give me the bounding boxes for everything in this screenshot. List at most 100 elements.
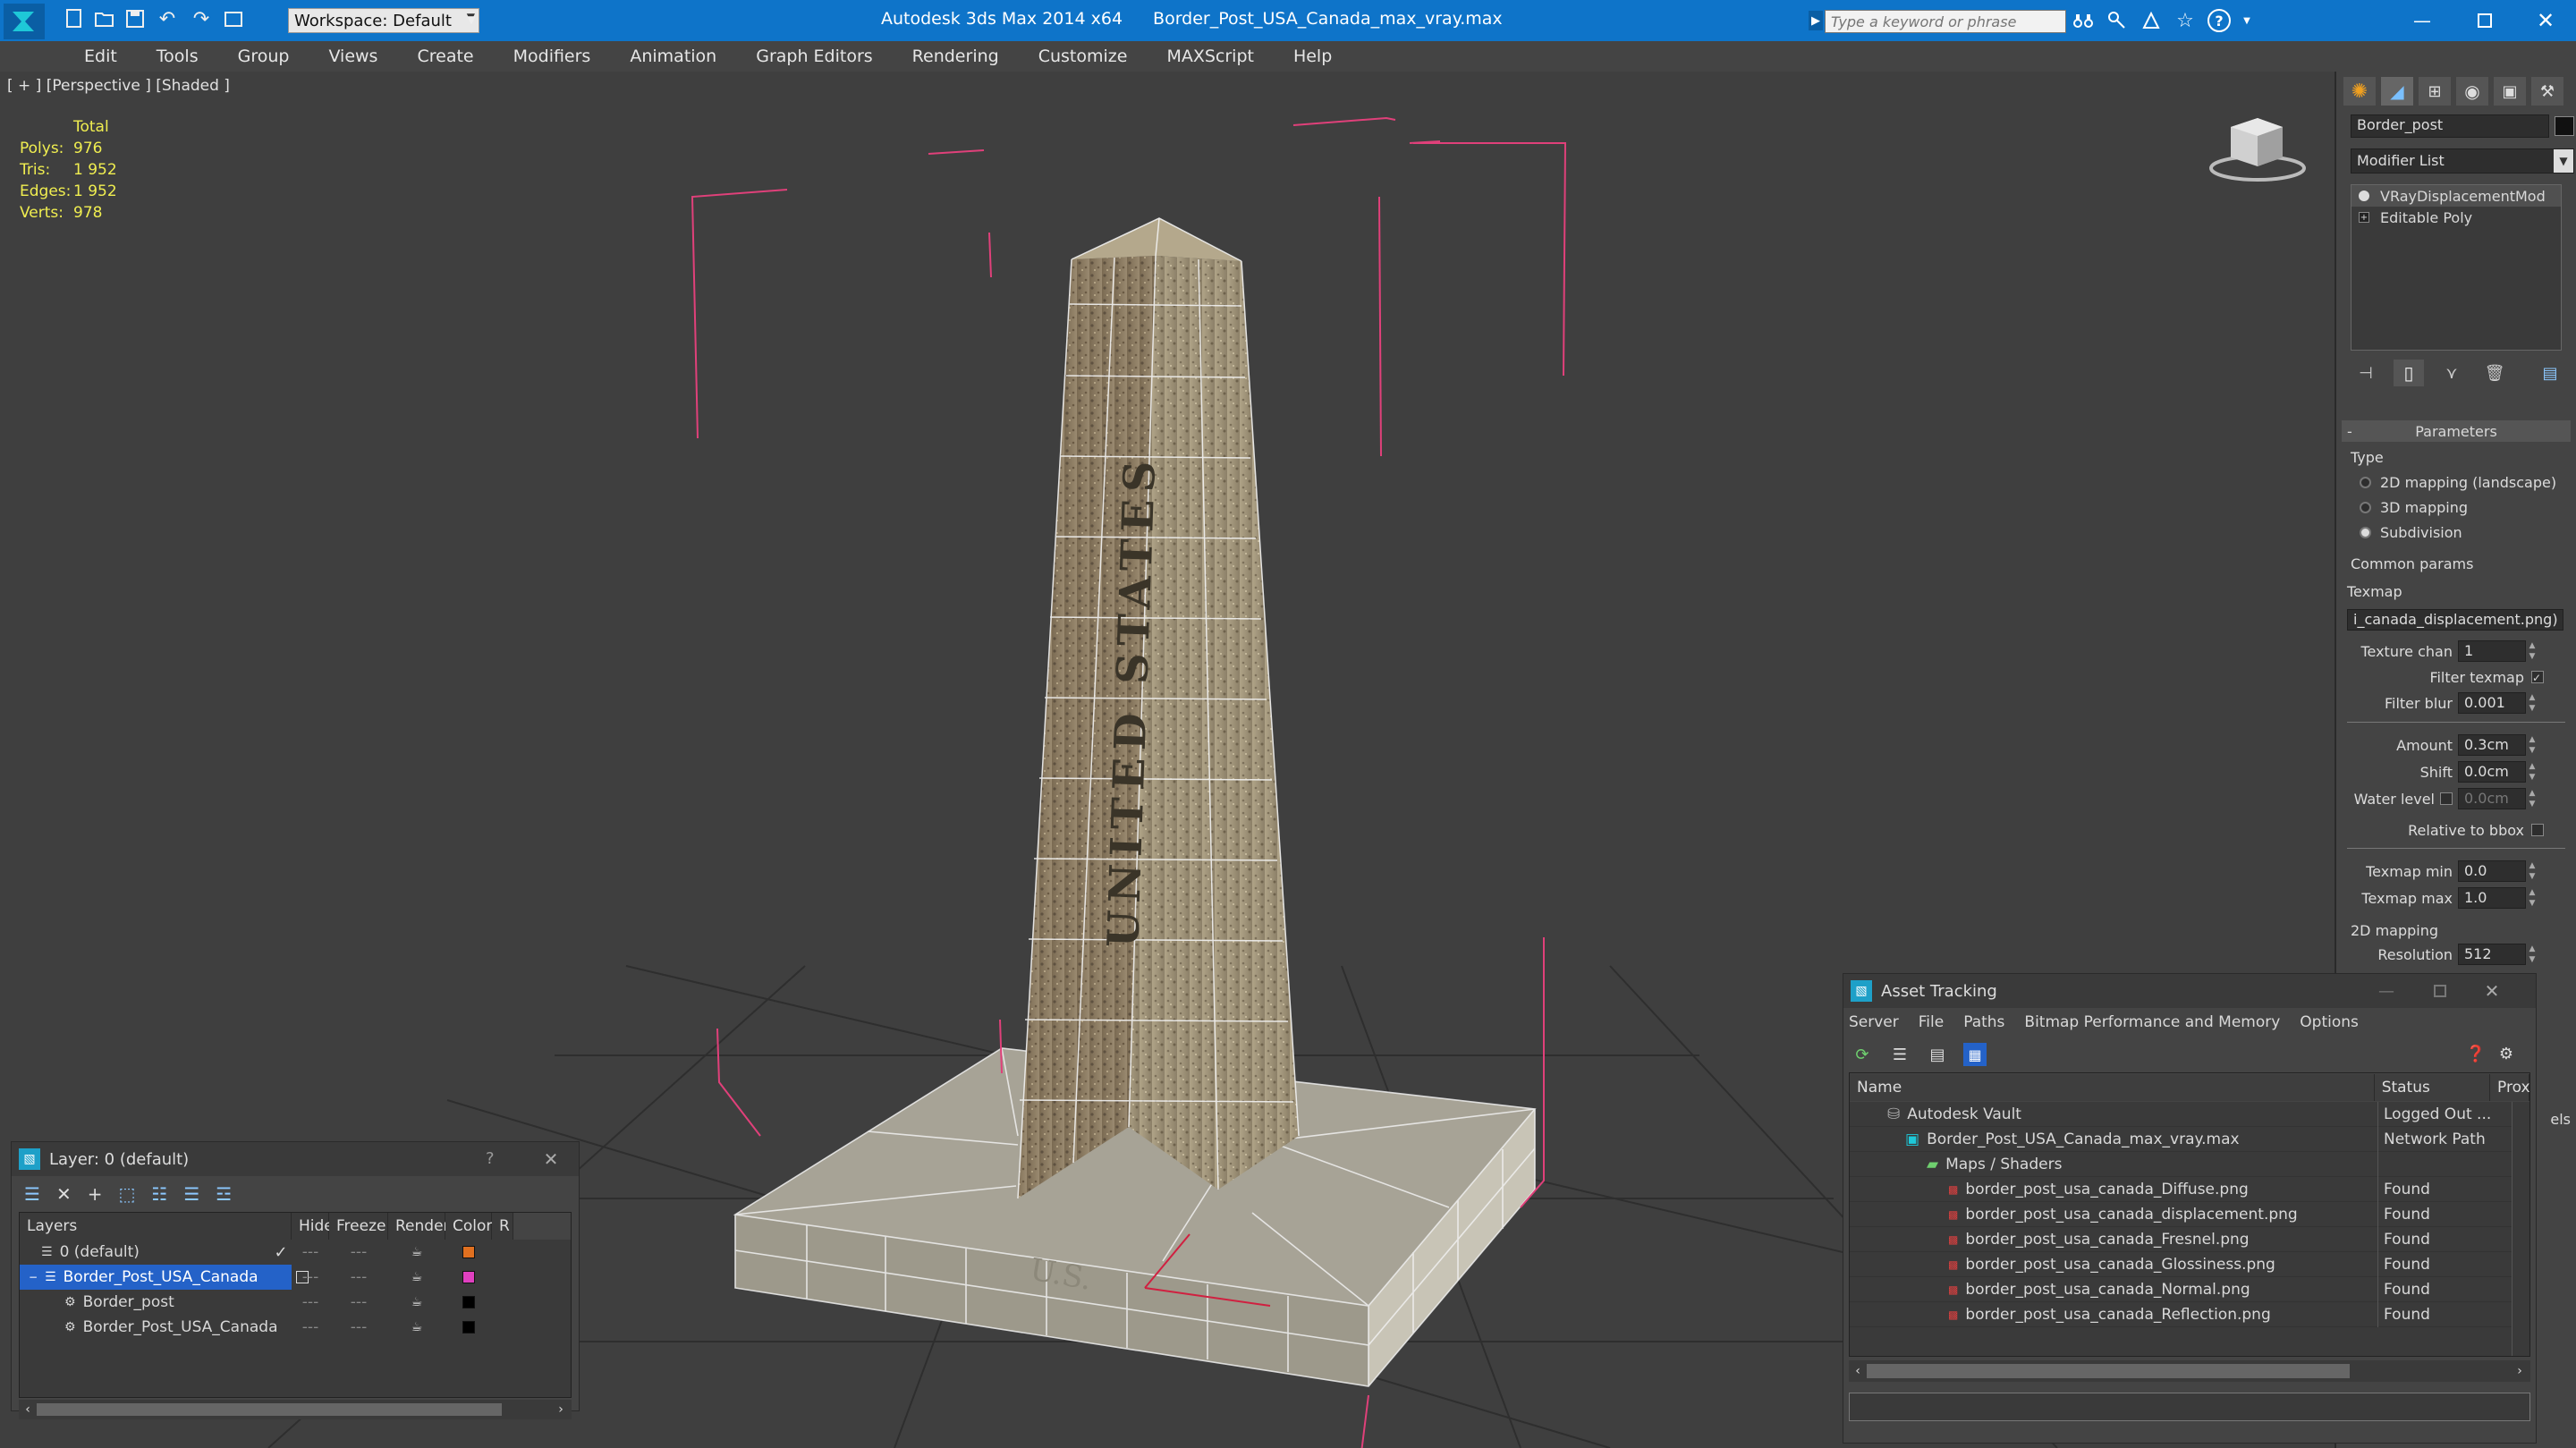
light-bulb-icon[interactable] bbox=[2359, 191, 2369, 201]
texmap-max-field[interactable]: 1.0 bbox=[2458, 887, 2526, 909]
radio-button[interactable] bbox=[2360, 526, 2371, 538]
scroll-right-icon[interactable]: › bbox=[2511, 1364, 2529, 1378]
asset-row[interactable]: ▩ border_post_usa_canada_Fresnel.png Foun… bbox=[1850, 1226, 2529, 1252]
select-objects-icon[interactable]: ⬚ bbox=[118, 1183, 135, 1205]
spinner-icon[interactable]: ▲ ▼ bbox=[2526, 944, 2538, 965]
spinner-icon[interactable]: ▲ ▼ bbox=[2526, 734, 2538, 756]
scroll-left-icon[interactable]: ‹ bbox=[19, 1402, 37, 1417]
freeze-toggle[interactable]: --- bbox=[329, 1265, 388, 1290]
undo-icon[interactable]: ↶ bbox=[154, 7, 181, 30]
object-name-field[interactable]: Border_post bbox=[2351, 114, 2549, 138]
motion-tab-icon[interactable]: ◉ bbox=[2456, 77, 2488, 106]
layer-row[interactable]: ⚙ Border_Post_USA_Canada --- --- ☕ bbox=[20, 1315, 571, 1340]
render-teapot-icon[interactable]: ☕ bbox=[388, 1295, 445, 1309]
layer-color-swatch[interactable] bbox=[462, 1246, 475, 1258]
asset-menu-server[interactable]: Server bbox=[1849, 1013, 1899, 1031]
asset-row[interactable]: ⛁ Autodesk Vault Logged Out ... bbox=[1850, 1101, 2529, 1127]
set-current-layer-icon[interactable]: ☰ bbox=[183, 1183, 199, 1205]
minimize-icon[interactable]: — bbox=[2404, 5, 2440, 36]
obelisk-shaft[interactable]: UNITED STATES U.S. bbox=[1017, 217, 1300, 1298]
menu-customize[interactable]: Customize bbox=[1019, 41, 1148, 72]
menu-animation[interactable]: Animation bbox=[610, 41, 736, 72]
layer-color-swatch[interactable] bbox=[462, 1321, 475, 1334]
col-color[interactable]: Color bbox=[445, 1213, 492, 1240]
hide-all-layers-icon[interactable]: ☲ bbox=[216, 1183, 232, 1205]
favorites-star-icon[interactable]: ☆ bbox=[2174, 9, 2197, 32]
modify-tab-icon[interactable]: ◢ bbox=[2381, 77, 2413, 106]
asset-window-titlebar[interactable]: ▧ Asset Tracking — ✕ bbox=[1843, 974, 2536, 1008]
close-icon[interactable]: ✕ bbox=[2528, 5, 2563, 36]
radio-2d-mapping[interactable]: 2D mapping (landscape) bbox=[2360, 471, 2571, 493]
asset-row[interactable]: ▩ border_post_usa_canada_displacement.png… bbox=[1850, 1201, 2529, 1227]
asset-menu-options[interactable]: Options bbox=[2300, 1013, 2359, 1031]
render-teapot-icon[interactable]: ☕ bbox=[388, 1270, 445, 1284]
layer-color-swatch[interactable] bbox=[462, 1271, 475, 1283]
project-folder-icon[interactable] bbox=[222, 7, 245, 30]
freeze-toggle[interactable]: --- bbox=[329, 1315, 388, 1340]
layer-color-swatch[interactable] bbox=[462, 1296, 475, 1308]
layer-row-selected[interactable]: − ☰ Border_Post_USA_Canada --- --- ☕ bbox=[20, 1265, 571, 1290]
col-name[interactable]: Name bbox=[1850, 1074, 2375, 1101]
communication-center-icon[interactable] bbox=[2140, 9, 2163, 32]
rollout-header[interactable]: - Parameters bbox=[2342, 420, 2571, 442]
asset-row[interactable]: ▰ Maps / Shaders bbox=[1850, 1151, 2529, 1177]
scroll-thumb[interactable] bbox=[37, 1403, 502, 1416]
hide-toggle[interactable]: --- bbox=[292, 1315, 329, 1340]
freeze-toggle[interactable]: --- bbox=[329, 1290, 388, 1315]
render-teapot-icon[interactable]: ☕ bbox=[388, 1245, 445, 1259]
menu-tools[interactable]: Tools bbox=[137, 41, 218, 72]
delete-layer-icon[interactable]: ✕ bbox=[56, 1183, 72, 1205]
redo-icon[interactable]: ↷ bbox=[188, 7, 215, 30]
layer-row[interactable]: ⚙ Border_post --- --- ☕ bbox=[20, 1290, 571, 1315]
maximize-icon[interactable] bbox=[2467, 5, 2503, 36]
asset-path-field[interactable] bbox=[1849, 1393, 2530, 1421]
select-layer-icon[interactable]: ☷ bbox=[151, 1183, 167, 1205]
create-tab-icon[interactable]: ✺ bbox=[2343, 77, 2376, 106]
stack-item-vraydisplacement[interactable]: VRayDisplacementMod bbox=[2351, 185, 2561, 207]
spinner-icon[interactable]: ▲ ▼ bbox=[2526, 692, 2538, 714]
close-icon[interactable]: ✕ bbox=[539, 1147, 563, 1171]
stack-item-editable-poly[interactable]: + Editable Poly bbox=[2351, 207, 2561, 228]
save-icon[interactable] bbox=[123, 7, 147, 30]
radio-button[interactable] bbox=[2360, 476, 2371, 488]
table-view-icon[interactable]: ▦ bbox=[1963, 1043, 1987, 1066]
minimize-icon[interactable]: — bbox=[2375, 979, 2398, 1003]
viewport-label[interactable]: [ + ] [Perspective ] [Shaded ] bbox=[7, 77, 230, 95]
display-tab-icon[interactable]: ▣ bbox=[2494, 77, 2526, 106]
help-button[interactable]: ? bbox=[486, 1149, 495, 1168]
spinner-icon[interactable]: ▲ ▼ bbox=[2526, 860, 2538, 882]
col-r[interactable]: R bbox=[492, 1213, 513, 1240]
water-level-field[interactable]: 0.0cm bbox=[2458, 788, 2526, 809]
new-file-icon[interactable] bbox=[63, 7, 86, 30]
search-input[interactable] bbox=[1825, 10, 2066, 33]
refresh-icon[interactable]: ⟳ bbox=[1851, 1043, 1874, 1066]
horizontal-scrollbar[interactable]: ‹ › bbox=[19, 1400, 572, 1419]
menu-graph-editors[interactable]: Graph Editors bbox=[736, 41, 892, 72]
col-freeze[interactable]: Freeze bbox=[329, 1213, 388, 1240]
layer-window-titlebar[interactable]: ▧ Layer: 0 (default) ? ✕ bbox=[12, 1142, 579, 1176]
object-color-swatch[interactable] bbox=[2555, 116, 2574, 136]
expand-plus-icon[interactable]: + bbox=[2359, 212, 2369, 223]
col-status[interactable]: Status bbox=[2374, 1074, 2490, 1101]
help-icon[interactable]: ? bbox=[2207, 9, 2231, 32]
open-file-icon[interactable] bbox=[93, 7, 116, 30]
binoculars-icon[interactable] bbox=[2072, 9, 2095, 32]
workspace-dropdown[interactable]: Workspace: Default ▼ bbox=[288, 8, 479, 33]
layer-row[interactable]: ☰ 0 (default) ✓ --- --- ☕ bbox=[20, 1240, 571, 1265]
menu-create[interactable]: Create bbox=[397, 41, 493, 72]
app-logo-icon[interactable] bbox=[4, 4, 45, 39]
menu-group[interactable]: Group bbox=[218, 41, 309, 72]
menu-views[interactable]: Views bbox=[309, 41, 397, 72]
texture-chan-field[interactable]: 1 bbox=[2458, 640, 2526, 662]
modifier-list-dropdown[interactable]: Modifier List ▼ bbox=[2351, 148, 2574, 174]
asset-row[interactable]: ▩ border_post_usa_canada_Diffuse.png Foun… bbox=[1850, 1176, 2529, 1202]
hide-toggle[interactable]: --- bbox=[292, 1265, 329, 1290]
col-proxy[interactable]: Prox bbox=[2490, 1074, 2529, 1101]
collapse-icon[interactable]: − bbox=[29, 1265, 38, 1290]
detail-view-icon[interactable]: ▤ bbox=[1926, 1043, 1949, 1066]
radio-button[interactable] bbox=[2360, 501, 2371, 513]
menu-help[interactable]: Help bbox=[1274, 41, 1352, 72]
view-cube[interactable] bbox=[2209, 118, 2306, 182]
col-layers[interactable]: Layers bbox=[20, 1213, 292, 1240]
texmap-button[interactable]: i_canada_displacement.png) bbox=[2347, 609, 2563, 631]
